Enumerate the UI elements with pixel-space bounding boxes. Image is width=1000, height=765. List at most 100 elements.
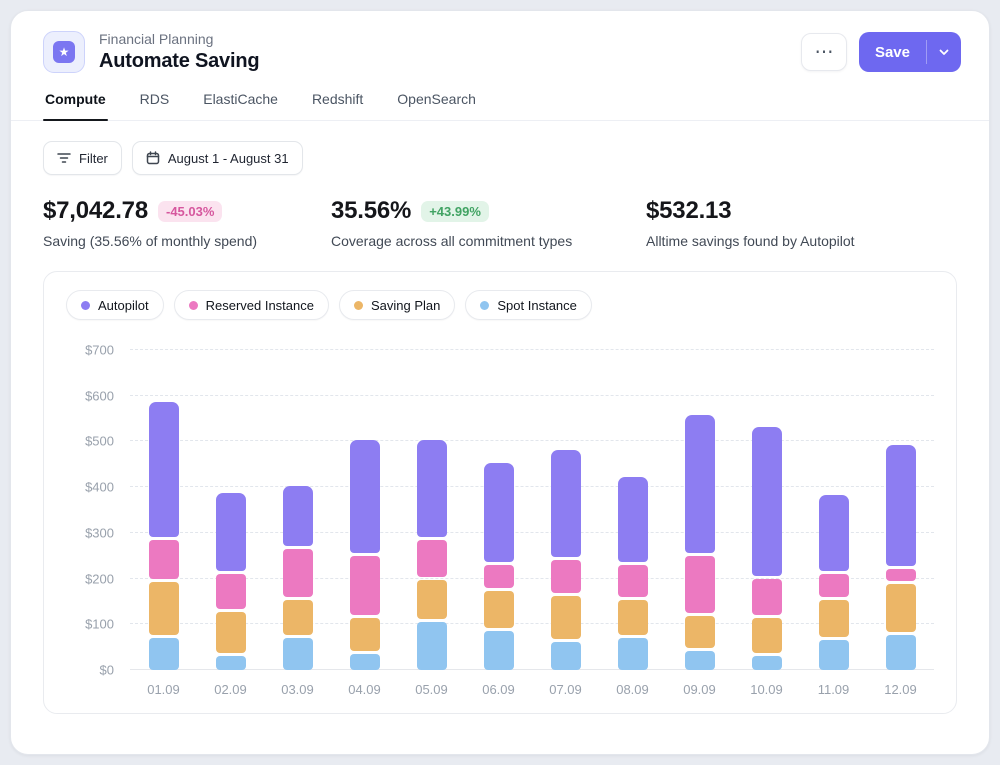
bar-12.09-segment-spot-instance[interactable]: [886, 635, 916, 670]
chart: $0$100$200$300$400$500$600$700: [66, 350, 934, 670]
bar-04.09[interactable]: [350, 440, 380, 670]
bar-10.09-segment-reserved-instance[interactable]: [752, 579, 782, 616]
header: ★ Financial Planning Automate Saving ⋯ S…: [11, 11, 989, 73]
bar-04.09-segment-spot-instance[interactable]: [350, 654, 380, 670]
bar-11.09-segment-reserved-instance[interactable]: [819, 574, 849, 597]
bar-12.09-segment-autopilot[interactable]: [886, 445, 916, 566]
bar-03.09-segment-spot-instance[interactable]: [283, 638, 313, 670]
bar-07.09-segment-spot-instance[interactable]: [551, 642, 581, 670]
bar-03.09[interactable]: [283, 486, 313, 670]
stats-row: $7,042.78 -45.03% Saving (35.56% of mont…: [11, 175, 989, 249]
bar-06.09-segment-spot-instance[interactable]: [484, 631, 514, 670]
bar-12.09-segment-reserved-instance[interactable]: [886, 569, 916, 581]
bar-03.09-segment-reserved-instance[interactable]: [283, 549, 313, 597]
legend-label-saving-plan: Saving Plan: [371, 298, 440, 313]
bar-09.09-segment-spot-instance[interactable]: [685, 651, 715, 670]
bar-04.09-segment-saving-plan[interactable]: [350, 618, 380, 650]
stat-alltime-value: $532.13: [646, 197, 731, 225]
bar-01.09[interactable]: [149, 402, 179, 670]
bar-05.09-segment-saving-plan[interactable]: [417, 580, 447, 619]
bar-02.09-segment-autopilot[interactable]: [216, 493, 246, 571]
bar-11.09-segment-autopilot[interactable]: [819, 495, 849, 571]
bar-12.09-segment-saving-plan[interactable]: [886, 584, 916, 632]
bar-10.09-segment-spot-instance[interactable]: [752, 656, 782, 670]
x-axis-label-12.09: 12.09: [867, 682, 934, 697]
bar-10.09-segment-saving-plan[interactable]: [752, 618, 782, 653]
save-split-button: Save: [859, 32, 961, 72]
bar-11.09-segment-spot-instance[interactable]: [819, 640, 849, 670]
y-axis-label-400: $400: [85, 480, 114, 495]
breadcrumb: Financial Planning: [99, 31, 259, 47]
bar-05.09-segment-spot-instance[interactable]: [417, 622, 447, 670]
legend-spot-instance[interactable]: Spot Instance: [465, 290, 592, 320]
legend-dot-spot-instance: [480, 301, 489, 310]
bar-09.09-segment-autopilot[interactable]: [685, 415, 715, 552]
bar-08.09-segment-saving-plan[interactable]: [618, 600, 648, 635]
bar-10.09[interactable]: [752, 427, 782, 670]
bar-04.09-segment-autopilot[interactable]: [350, 440, 380, 552]
tab-redshift[interactable]: Redshift: [310, 79, 365, 120]
bar-06.09-segment-reserved-instance[interactable]: [484, 565, 514, 588]
ellipsis-icon: ⋯: [814, 42, 833, 63]
bar-01.09-segment-saving-plan[interactable]: [149, 582, 179, 635]
stat-coverage-value: 35.56%: [331, 197, 411, 225]
bar-12.09[interactable]: [886, 445, 916, 670]
bar-06.09-segment-saving-plan[interactable]: [484, 591, 514, 628]
bar-06.09[interactable]: [484, 463, 514, 670]
bar-05.09[interactable]: [417, 440, 447, 670]
tab-compute[interactable]: Compute: [43, 79, 108, 120]
bar-01.09-segment-autopilot[interactable]: [149, 402, 179, 537]
tab-elasticache[interactable]: ElastiCache: [201, 79, 280, 120]
legend-autopilot[interactable]: Autopilot: [66, 290, 164, 320]
bar-slot-05.09: [398, 350, 465, 670]
bar-03.09-segment-autopilot[interactable]: [283, 486, 313, 546]
bar-09.09-segment-reserved-instance[interactable]: [685, 556, 715, 613]
bar-08.09[interactable]: [618, 477, 648, 670]
bar-05.09-segment-autopilot[interactable]: [417, 440, 447, 536]
bar-07.09-segment-autopilot[interactable]: [551, 450, 581, 558]
bar-03.09-segment-saving-plan[interactable]: [283, 600, 313, 635]
bar-08.09-segment-autopilot[interactable]: [618, 477, 648, 562]
stat-coverage-top: 35.56% +43.99%: [331, 197, 646, 225]
stat-alltime-top: $532.13: [646, 197, 957, 225]
bar-02.09[interactable]: [216, 493, 246, 670]
bar-02.09-segment-saving-plan[interactable]: [216, 612, 246, 653]
bar-07.09-segment-saving-plan[interactable]: [551, 596, 581, 640]
x-axis-label-10.09: 10.09: [733, 682, 800, 697]
stat-alltime: $532.13 Alltime savings found by Autopil…: [646, 197, 957, 249]
bar-07.09[interactable]: [551, 450, 581, 670]
legend-saving-plan[interactable]: Saving Plan: [339, 290, 455, 320]
bar-11.09[interactable]: [819, 495, 849, 670]
tab-opensearch[interactable]: OpenSearch: [395, 79, 478, 120]
save-button[interactable]: Save: [859, 32, 926, 72]
bar-07.09-segment-reserved-instance[interactable]: [551, 560, 581, 592]
bar-08.09-segment-reserved-instance[interactable]: [618, 565, 648, 597]
bar-09.09[interactable]: [685, 415, 715, 670]
stat-coverage: 35.56% +43.99% Coverage across all commi…: [331, 197, 646, 249]
bar-01.09-segment-spot-instance[interactable]: [149, 638, 179, 670]
legend-dot-reserved-instance: [189, 301, 198, 310]
bar-02.09-segment-spot-instance[interactable]: [216, 656, 246, 670]
bars-layer: [130, 350, 934, 670]
x-axis-label-04.09: 04.09: [331, 682, 398, 697]
bar-slot-02.09: [197, 350, 264, 670]
bar-01.09-segment-reserved-instance[interactable]: [149, 540, 179, 579]
x-axis-label-08.09: 08.09: [599, 682, 666, 697]
bar-10.09-segment-autopilot[interactable]: [752, 427, 782, 576]
legend-label-spot-instance: Spot Instance: [497, 298, 577, 313]
save-dropdown-button[interactable]: [927, 32, 961, 72]
filter-button[interactable]: Filter: [43, 141, 122, 175]
bar-11.09-segment-saving-plan[interactable]: [819, 600, 849, 637]
app-icon: ★: [43, 31, 85, 73]
bar-02.09-segment-reserved-instance[interactable]: [216, 574, 246, 609]
bar-05.09-segment-reserved-instance[interactable]: [417, 540, 447, 577]
tab-rds[interactable]: RDS: [138, 79, 172, 120]
y-axis: $0$100$200$300$400$500$600$700: [66, 350, 130, 670]
bar-08.09-segment-spot-instance[interactable]: [618, 638, 648, 670]
bar-06.09-segment-autopilot[interactable]: [484, 463, 514, 562]
legend-reserved-instance[interactable]: Reserved Instance: [174, 290, 329, 320]
more-button[interactable]: ⋯: [801, 33, 847, 71]
date-range-button[interactable]: August 1 - August 31: [132, 141, 303, 175]
bar-04.09-segment-reserved-instance[interactable]: [350, 556, 380, 616]
bar-09.09-segment-saving-plan[interactable]: [685, 616, 715, 648]
